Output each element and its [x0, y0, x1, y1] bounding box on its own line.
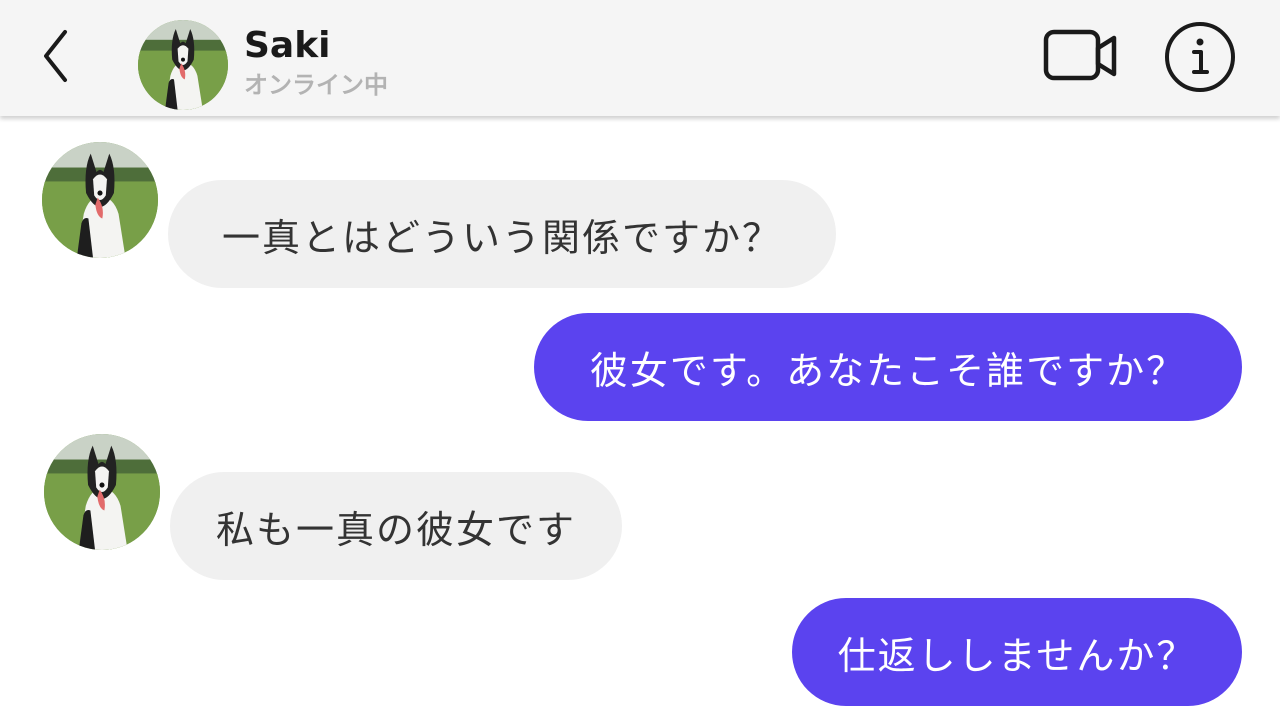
- message-bubble-received: 私も一真の彼女です: [170, 472, 622, 580]
- video-camera-icon: [1043, 29, 1117, 81]
- info-button[interactable]: [1160, 20, 1240, 94]
- contact-avatar[interactable]: [138, 20, 228, 110]
- message-bubble-received: 一真とはどういう関係ですか？: [168, 180, 836, 288]
- message-bubble-sent: 彼女です。あなたこそ誰ですか？: [534, 313, 1242, 421]
- message-avatar[interactable]: [42, 142, 158, 258]
- online-status: オンライン中: [244, 71, 388, 99]
- contact-name: Saki: [244, 25, 331, 66]
- chat-header: Saki オンライン中: [0, 0, 1280, 116]
- back-button[interactable]: [30, 26, 80, 86]
- info-icon: [1165, 22, 1235, 92]
- message-bubble-sent: 仕返ししませんか？: [792, 598, 1242, 706]
- video-call-button[interactable]: [1038, 24, 1122, 88]
- message-avatar[interactable]: [44, 434, 160, 550]
- chevron-left-icon: [44, 30, 67, 82]
